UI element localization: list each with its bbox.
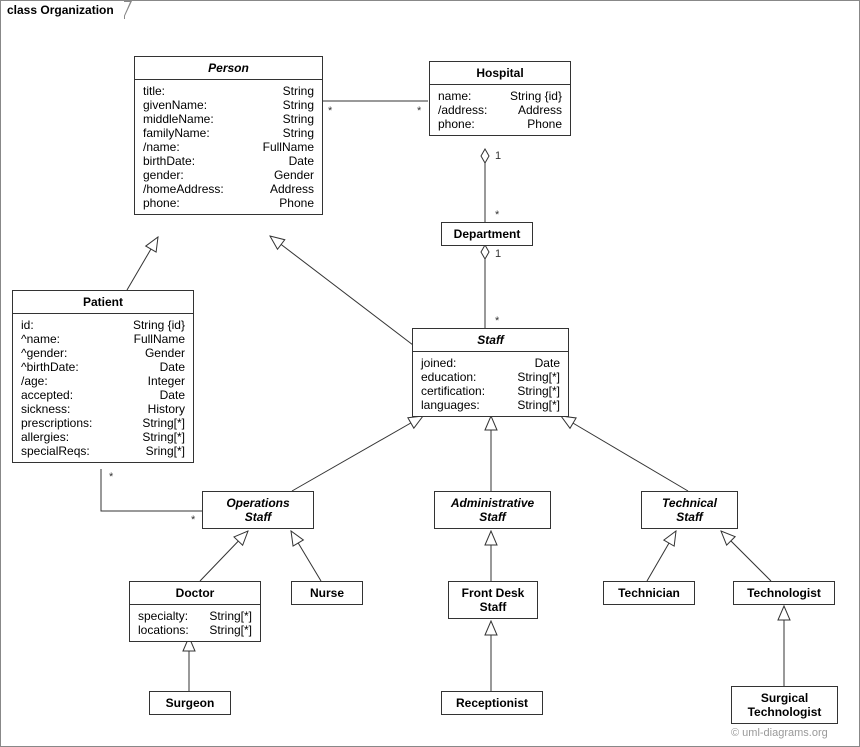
class-technical-staff-name: Technical Staff bbox=[642, 492, 737, 528]
watermark: © uml-diagrams.org bbox=[731, 727, 828, 739]
class-staff-attrs: joined:Date education:String[*] certific… bbox=[413, 352, 568, 416]
class-department: Department bbox=[441, 222, 533, 246]
class-surgical-technologist: Surgical Technologist bbox=[731, 686, 838, 724]
mult-dept-one: 1 bbox=[495, 248, 501, 260]
package-title: class Organization bbox=[7, 3, 114, 17]
class-doctor: Doctor specialty:String[*] locations:Str… bbox=[129, 581, 261, 642]
class-receptionist: Receptionist bbox=[441, 691, 543, 715]
mult-hospital-side: * bbox=[417, 105, 422, 117]
class-hospital-attrs: name:String {id} /address:Address phone:… bbox=[430, 85, 570, 135]
class-hospital-name: Hospital bbox=[430, 62, 570, 85]
class-patient: Patient id:String {id} ^name:FullName ^g… bbox=[12, 290, 194, 463]
class-person-attrs: title:String givenName:String middleName… bbox=[135, 80, 322, 214]
class-technologist-name: Technologist bbox=[734, 582, 834, 604]
class-patient-attrs: id:String {id} ^name:FullName ^gender:Ge… bbox=[13, 314, 193, 462]
package-tab: class Organization bbox=[0, 0, 125, 19]
mult-hosp-one: 1 bbox=[495, 150, 501, 162]
mult-person-side: * bbox=[328, 105, 333, 117]
class-person-name: Person bbox=[135, 57, 322, 80]
class-technologist: Technologist bbox=[733, 581, 835, 605]
class-hospital: Hospital name:String {id} /address:Addre… bbox=[429, 61, 571, 136]
class-patient-name: Patient bbox=[13, 291, 193, 314]
class-nurse-name: Nurse bbox=[292, 582, 362, 604]
class-technician-name: Technician bbox=[604, 582, 694, 604]
class-doctor-attrs: specialty:String[*] locations:String[*] bbox=[130, 605, 260, 641]
class-receptionist-name: Receptionist bbox=[442, 692, 542, 714]
class-surgeon-name: Surgeon bbox=[150, 692, 230, 714]
mult-dept-many: * bbox=[495, 209, 500, 221]
class-doctor-name: Doctor bbox=[130, 582, 260, 605]
class-technical-staff: Technical Staff bbox=[641, 491, 738, 529]
class-operations-staff-name: Operations Staff bbox=[203, 492, 313, 528]
class-technician: Technician bbox=[603, 581, 695, 605]
class-department-name: Department bbox=[442, 223, 532, 245]
package-frame: class Organization * * 1 * 1 * bbox=[0, 0, 860, 747]
mult-opstaff-side: * bbox=[191, 514, 196, 526]
class-administrative-staff: Administrative Staff bbox=[434, 491, 551, 529]
class-surgeon: Surgeon bbox=[149, 691, 231, 715]
class-person: Person title:String givenName:String mid… bbox=[134, 56, 323, 215]
class-front-desk-name: Front Desk Staff bbox=[449, 582, 537, 618]
class-nurse: Nurse bbox=[291, 581, 363, 605]
mult-staff-many: * bbox=[495, 315, 500, 327]
mult-patient-side: * bbox=[109, 471, 114, 483]
class-front-desk: Front Desk Staff bbox=[448, 581, 538, 619]
class-staff: Staff joined:Date education:String[*] ce… bbox=[412, 328, 569, 417]
class-administrative-staff-name: Administrative Staff bbox=[435, 492, 550, 528]
class-staff-name: Staff bbox=[413, 329, 568, 352]
class-operations-staff: Operations Staff bbox=[202, 491, 314, 529]
class-surgical-technologist-name: Surgical Technologist bbox=[732, 687, 837, 723]
